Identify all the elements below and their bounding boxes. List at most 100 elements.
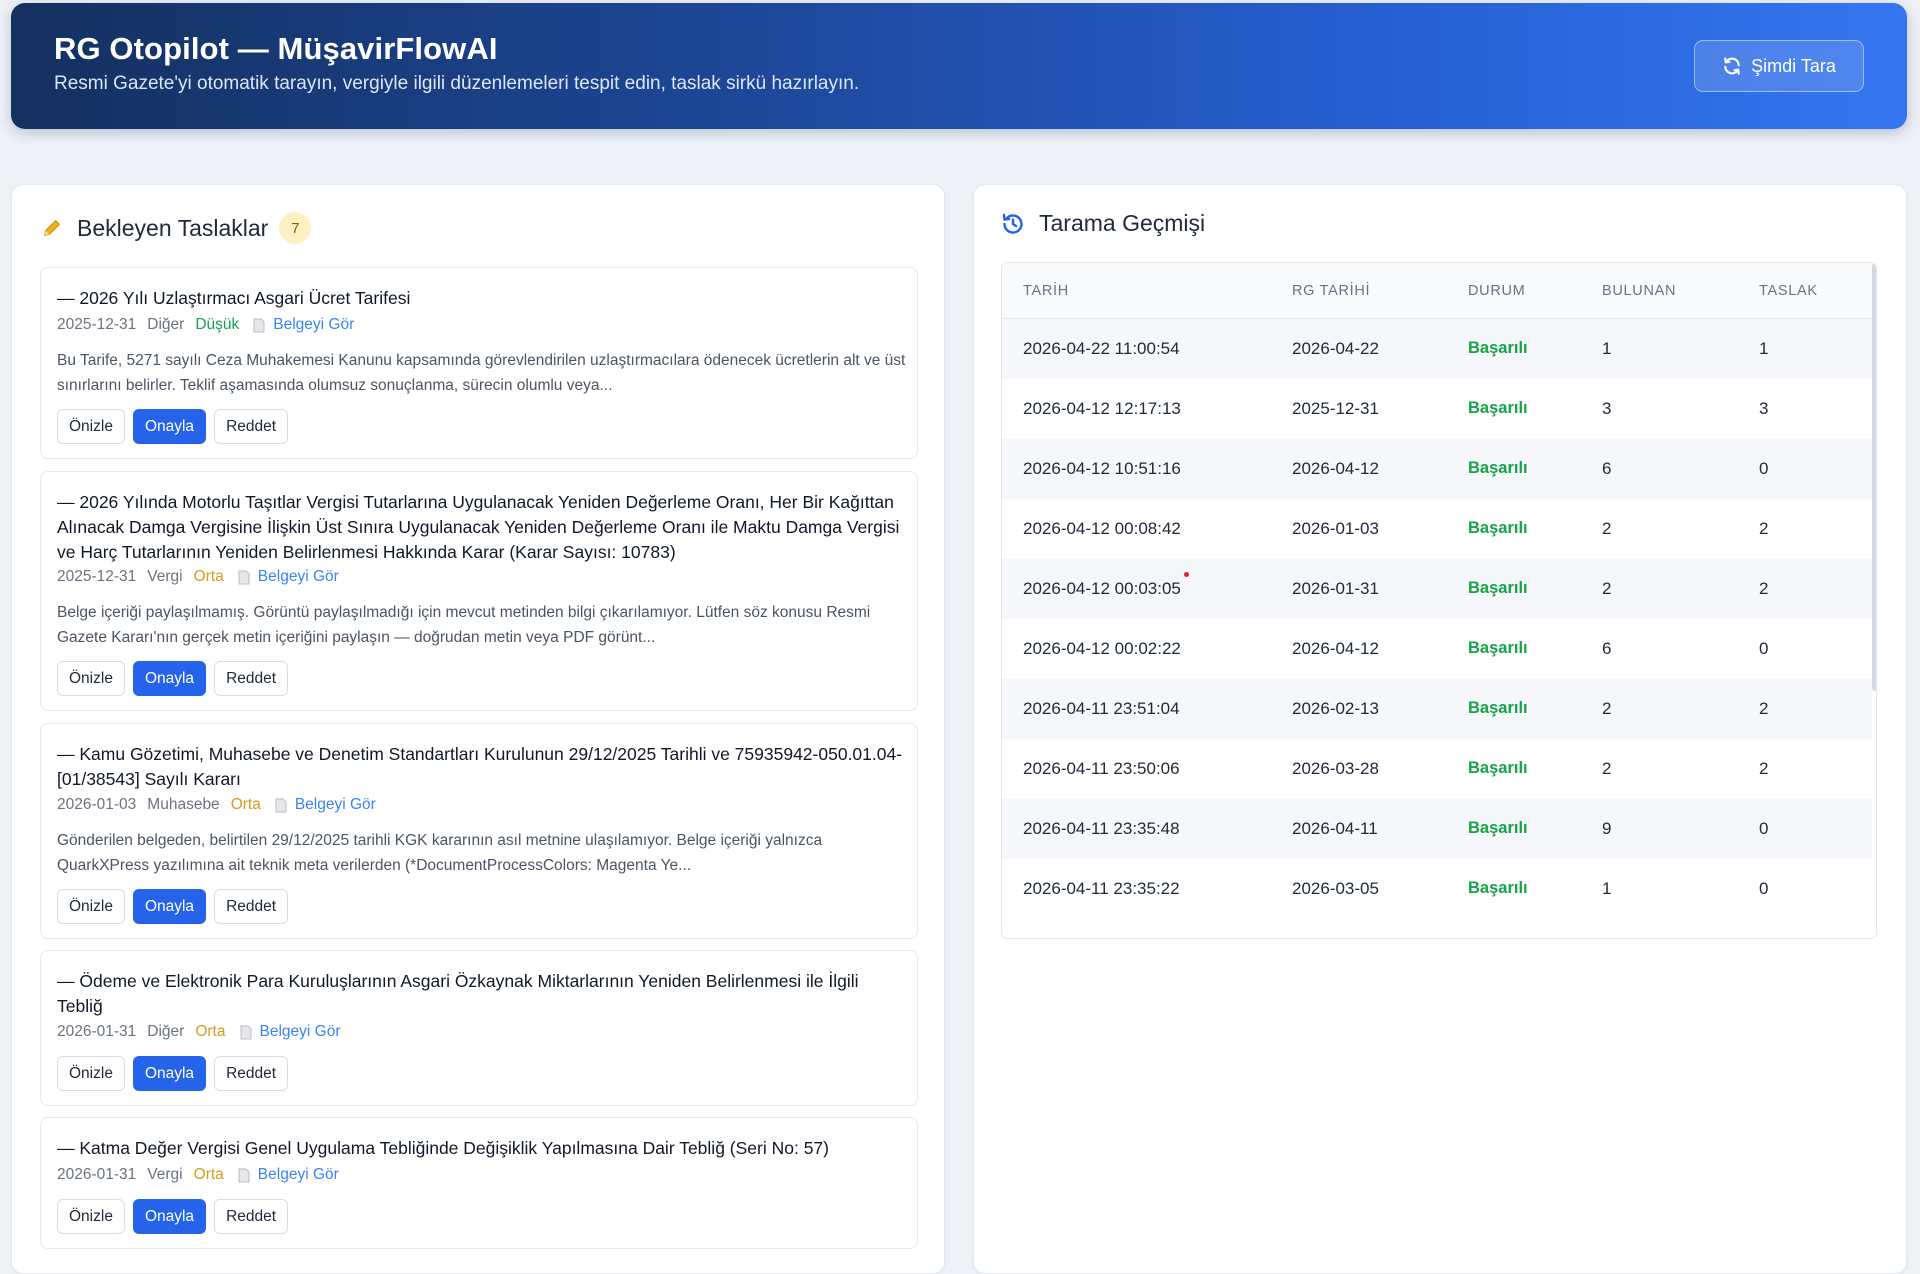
- draft-description: Gönderilen belgeden, belirtilen 29/12/20…: [57, 832, 823, 874]
- scan-history-panel: Tarama Geçmişi TARİH RG TARİHİ DURUM BUL…: [973, 184, 1907, 1274]
- reject-button[interactable]: Reddet: [214, 661, 289, 696]
- draft-card: — 2026 Yılı Uzlaştırmacı Asgari Ücret Ta…: [40, 267, 918, 459]
- column-header-status: DURUM: [1468, 283, 1526, 299]
- preview-button[interactable]: Önizle: [57, 661, 125, 696]
- row-date: 2026-04-12 00:03:05: [1023, 579, 1181, 598]
- draft-title: — Kamu Gözetimi, Muhasebe ve Denetim Sta…: [57, 744, 903, 789]
- table-row: 2026-04-12 10:51:16 2026-04-12 Başarılı 6 0: [1002, 439, 1872, 499]
- table-row: 2026-04-11 23:35:48 2026-04-11 Başarılı 9 0: [1002, 799, 1872, 859]
- column-header-rg-date: RG TARİHİ: [1292, 283, 1371, 299]
- row-date: 2026-04-12 12:17:13: [1023, 399, 1181, 418]
- draft-priority: Orta: [193, 1166, 224, 1183]
- draft-date: 2026-01-03: [57, 796, 137, 813]
- scan-history-title: Tarama Geçmişi: [1039, 210, 1206, 236]
- table-row: 2026-04-11 23:51:04 2026-02-13 Başarılı 2 2: [1002, 679, 1872, 739]
- table-row: 2026-04-11 23:35:22 2026-03-05 Başarılı 1 0: [1002, 859, 1872, 919]
- draft-priority: Orta: [230, 796, 261, 813]
- pending-count-badge: 7: [279, 212, 312, 244]
- row-status: Başarılı: [1468, 759, 1528, 777]
- row-draft: 0: [1759, 459, 1769, 478]
- row-date: 2026-04-11 23:51:04: [1023, 699, 1180, 718]
- approve-button[interactable]: Onayla: [132, 889, 207, 924]
- draft-category: Diğer: [147, 316, 185, 333]
- view-document-link[interactable]: Belgeyi Gör: [258, 568, 339, 586]
- row-draft: 0: [1759, 879, 1769, 898]
- draft-actions: Önizle Onayla Reddet: [57, 661, 289, 696]
- document-icon: [238, 570, 250, 584]
- row-found: 1: [1602, 879, 1612, 898]
- row-found: 6: [1602, 639, 1612, 658]
- row-found: 1: [1602, 339, 1612, 358]
- document-icon: [240, 1025, 251, 1039]
- table-scrollbar[interactable]: [1872, 263, 1876, 691]
- draft-title: — 2026 Yılında Motorlu Taşıtlar Vergisi …: [57, 492, 900, 562]
- row-status: Başarılı: [1468, 339, 1528, 357]
- row-date: 2026-04-11 23:35:22: [1023, 879, 1180, 898]
- row-status: Başarılı: [1468, 639, 1528, 657]
- view-document-link[interactable]: Belgeyi Gör: [273, 316, 354, 334]
- draft-meta: 2026-01-31 Vergi Orta Belgeyi Gör: [57, 1166, 339, 1184]
- approve-button[interactable]: Onayla: [132, 1199, 207, 1234]
- row-draft: 3: [1759, 399, 1769, 418]
- approve-button[interactable]: Onayla: [132, 409, 207, 444]
- reject-button[interactable]: Reddet: [214, 409, 289, 444]
- preview-button[interactable]: Önizle: [57, 409, 125, 444]
- draft-date: 2025-12-31: [57, 568, 137, 585]
- draft-card: — Kamu Gözetimi, Muhasebe ve Denetim Sta…: [40, 723, 918, 939]
- row-found: 2: [1602, 579, 1612, 598]
- row-found: 2: [1602, 519, 1612, 538]
- draft-title: — 2026 Yılı Uzlaştırmacı Asgari Ücret Ta…: [57, 288, 411, 308]
- document-icon: [253, 318, 265, 332]
- draft-priority: Orta: [193, 568, 224, 585]
- view-document-link[interactable]: Belgeyi Gör: [295, 796, 376, 814]
- reject-button[interactable]: Reddet: [214, 1056, 289, 1091]
- draft-meta: 2025-12-31 Vergi Orta Belgeyi Gör: [57, 568, 339, 586]
- document-icon: [275, 798, 287, 812]
- view-document-link[interactable]: Belgeyi Gör: [258, 1166, 339, 1184]
- approve-button[interactable]: Onayla: [132, 661, 207, 696]
- reject-button[interactable]: Reddet: [214, 889, 289, 924]
- draft-date: 2026-01-31: [57, 1023, 137, 1040]
- draft-meta: 2026-01-03 Muhasebe Orta Belgeyi Gör: [57, 796, 376, 814]
- row-date: 2026-04-12 10:51:16: [1023, 459, 1181, 478]
- column-header-date: TARİH: [1023, 283, 1069, 299]
- draft-title: — Katma Değer Vergisi Genel Uygulama Teb…: [57, 1138, 829, 1158]
- draft-meta: 2026-01-31 Diğer Orta Belgeyi Gör: [57, 1023, 340, 1041]
- table-row: 2026-04-12 12:17:13 2025-12-31 Başarılı 3 3: [1002, 379, 1872, 439]
- draft-priority: Düşük: [195, 316, 240, 333]
- scan-now-button[interactable]: Şimdi Tara: [1694, 40, 1864, 92]
- row-rg-date: 2026-04-12: [1292, 459, 1379, 478]
- draft-card: — Katma Değer Vergisi Genel Uygulama Teb…: [40, 1117, 918, 1249]
- row-draft: 1: [1759, 339, 1769, 358]
- row-status: Başarılı: [1468, 579, 1528, 597]
- draft-actions: Önizle Onayla Reddet: [57, 1199, 289, 1234]
- row-rg-date: 2026-01-31: [1292, 579, 1379, 598]
- view-document-link[interactable]: Belgeyi Gör: [260, 1023, 341, 1041]
- cursor-indicator: [1184, 572, 1189, 577]
- row-date: 2026-04-12 00:02:22: [1023, 639, 1181, 658]
- row-draft: 2: [1759, 519, 1769, 538]
- app-header: RG Otopilot — MüşavirFlowAI Resmi Gazete…: [11, 3, 1907, 129]
- preview-button[interactable]: Önizle: [57, 1056, 125, 1091]
- row-rg-date: 2026-04-22: [1292, 339, 1379, 358]
- draft-date: 2026-01-31: [57, 1166, 137, 1183]
- draft-date: 2025-12-31: [57, 316, 137, 333]
- scan-history-table: TARİH RG TARİHİ DURUM BULUNAN TASLAK 202…: [1001, 262, 1877, 939]
- approve-button[interactable]: Onayla: [132, 1056, 207, 1091]
- row-found: 2: [1602, 699, 1612, 718]
- draft-actions: Önizle Onayla Reddet: [57, 1056, 289, 1091]
- row-status: Başarılı: [1468, 699, 1528, 717]
- pending-drafts-title: Bekleyen Taslaklar: [77, 214, 269, 241]
- table-row: 2026-04-12 00:02:22 2026-04-12 Başarılı 6 0: [1002, 619, 1872, 679]
- row-draft: 0: [1759, 819, 1769, 838]
- table-row: 2026-04-12 00:03:05 2026-01-31 Başarılı 2 2: [1002, 559, 1872, 619]
- preview-button[interactable]: Önizle: [57, 1199, 125, 1234]
- reject-button[interactable]: Reddet: [214, 1199, 289, 1234]
- preview-button[interactable]: Önizle: [57, 889, 125, 924]
- draft-title: — Ödeme ve Elektronik Para Kuruluşlarını…: [57, 971, 859, 1016]
- table-header: TARİH RG TARİHİ DURUM BULUNAN TASLAK: [1002, 263, 1872, 319]
- row-status: Başarılı: [1468, 459, 1528, 477]
- scan-now-label: Şimdi Tara: [1751, 55, 1836, 76]
- draft-actions: Önizle Onayla Reddet: [57, 889, 289, 924]
- row-found: 3: [1602, 399, 1612, 418]
